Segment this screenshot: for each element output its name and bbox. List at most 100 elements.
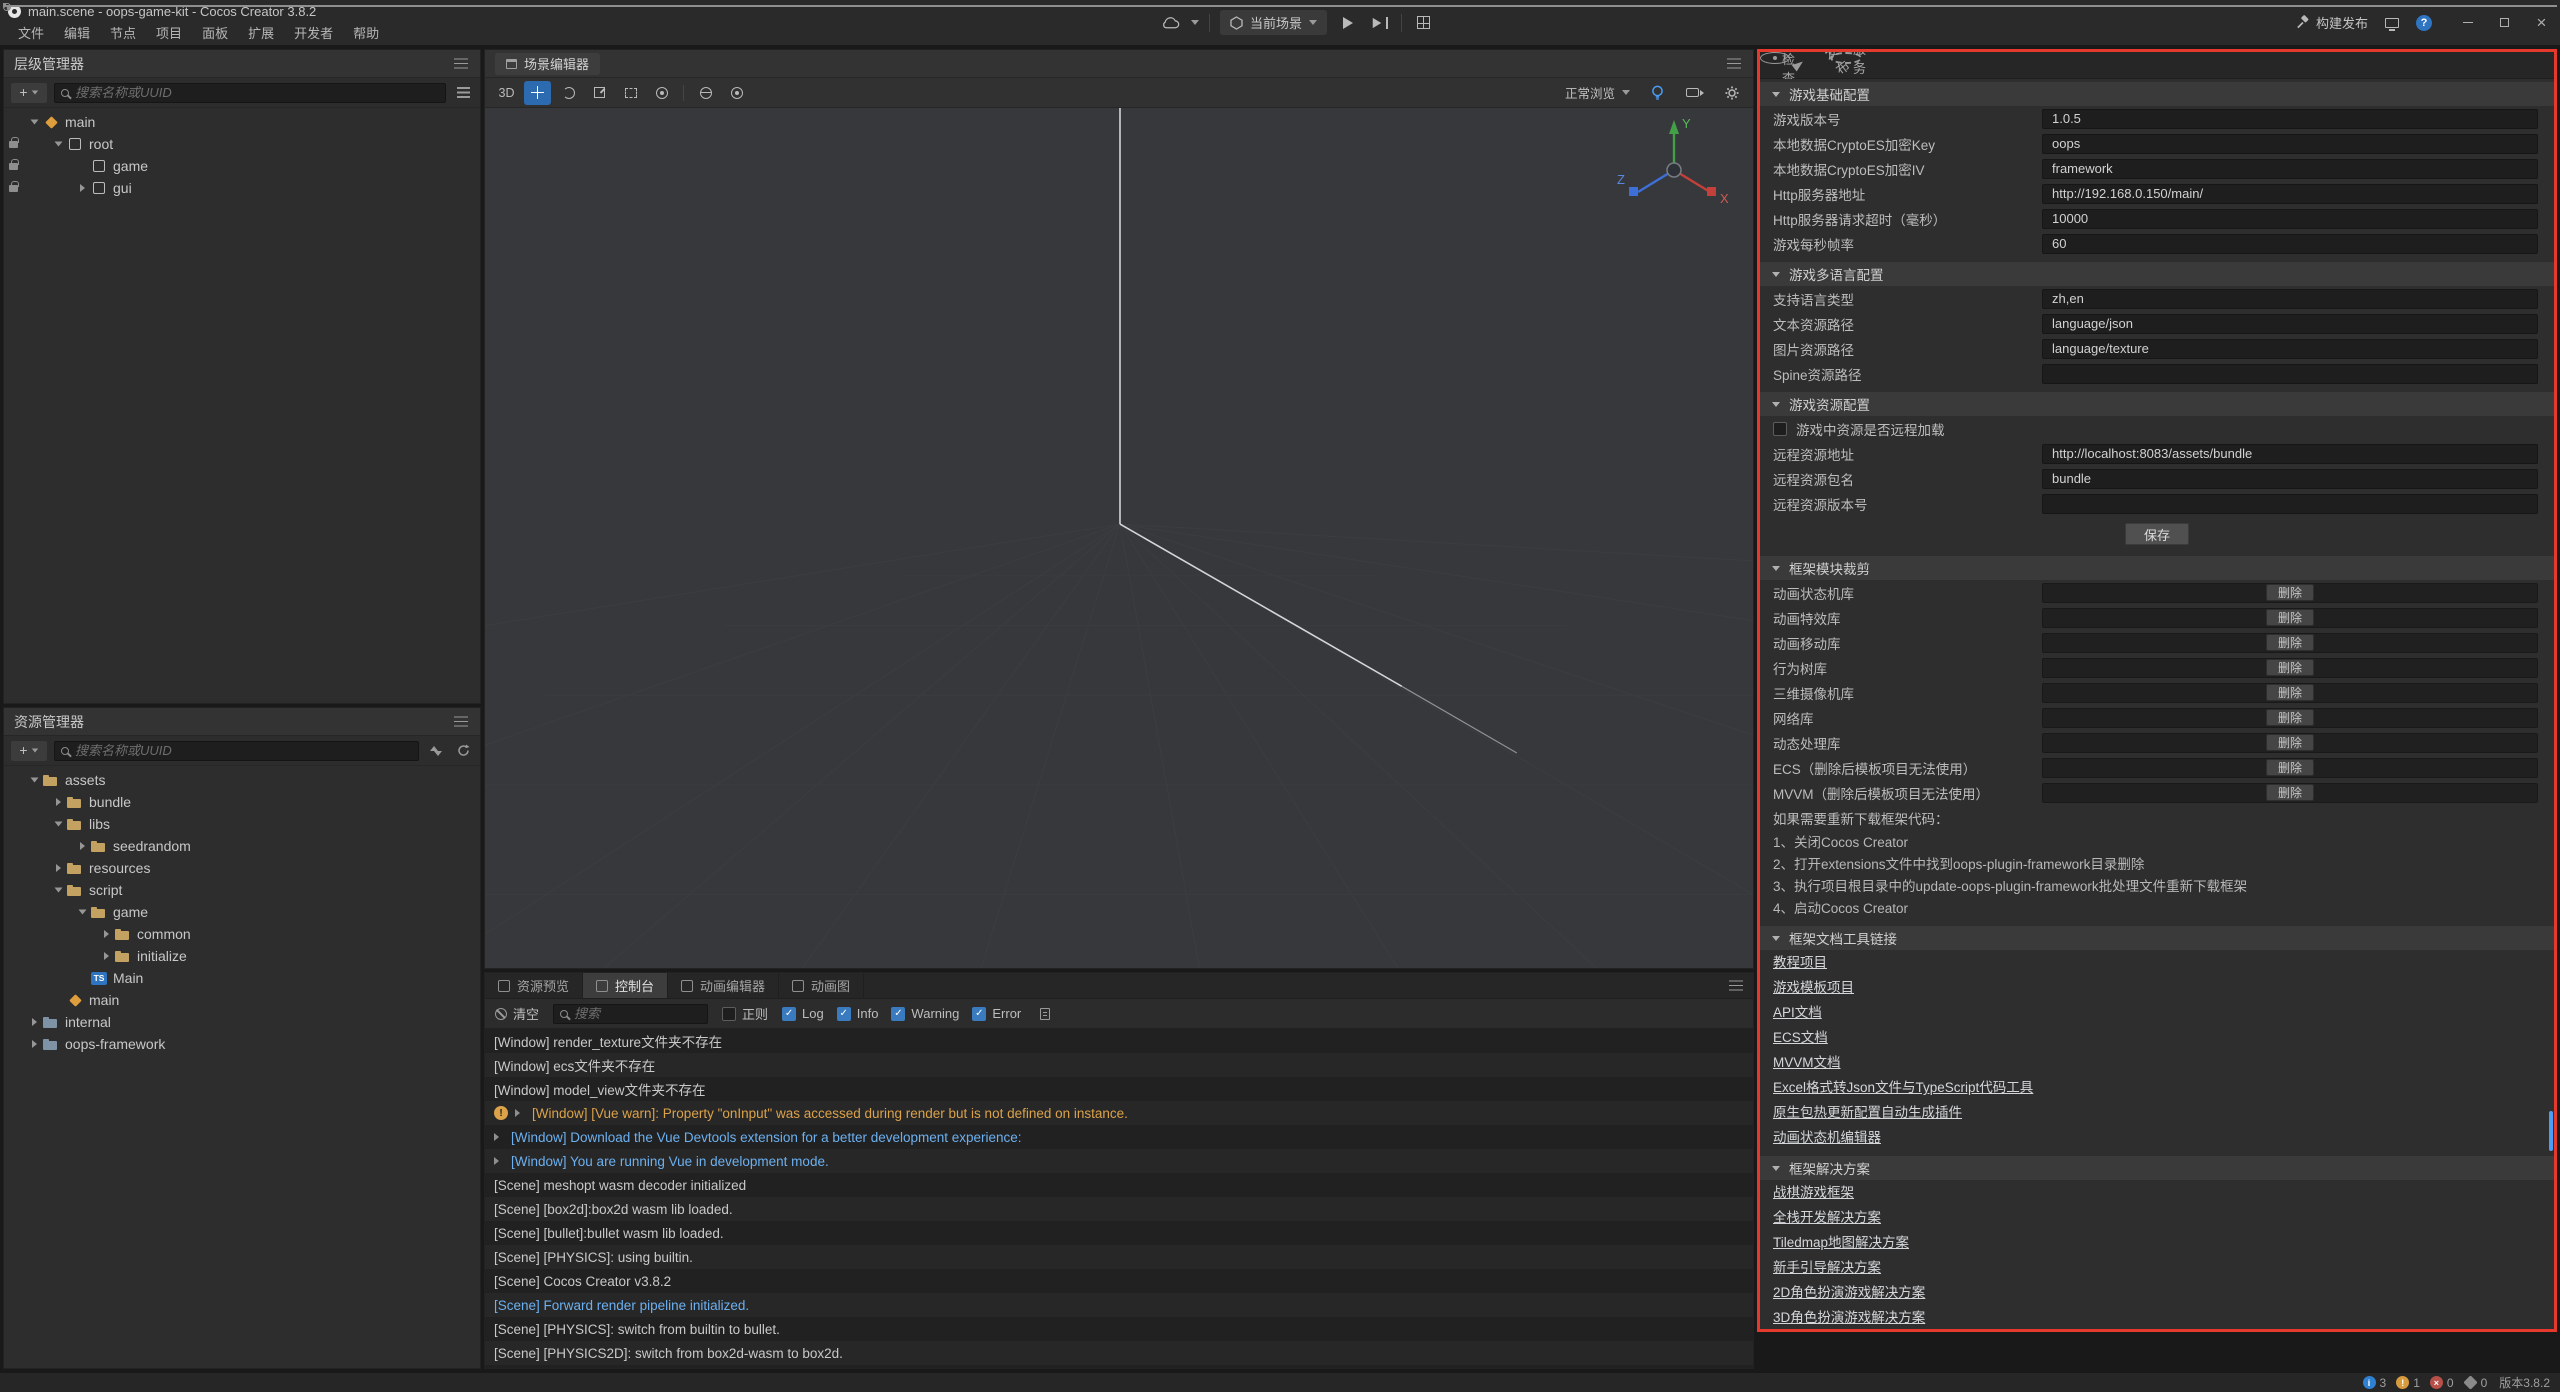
scene-dropdown[interactable]: 当前场景 <box>1220 10 1327 35</box>
asset-node[interactable]: common <box>4 923 480 945</box>
scene-settings-button[interactable] <box>1718 81 1745 105</box>
expand-arrow-icon[interactable] <box>50 886 66 894</box>
menu-item[interactable]: 编辑 <box>54 23 100 42</box>
export-log-icon[interactable] <box>1035 1004 1055 1024</box>
asset-node[interactable]: oops-framework <box>4 1033 480 1055</box>
device-preview-icon[interactable] <box>2381 11 2403 35</box>
doc-link[interactable]: 游戏模板项目 <box>1760 975 1854 1000</box>
solution-link[interactable]: 新手引导解决方案 <box>1760 1255 1881 1280</box>
filter-icon[interactable] <box>453 83 473 103</box>
hierarchy-node[interactable]: gui <box>4 177 480 199</box>
expand-arrow-icon[interactable] <box>26 776 42 784</box>
pivot-toggle-button[interactable] <box>692 81 719 105</box>
status-count[interactable]: 0 <box>2464 1376 2488 1390</box>
property-input[interactable] <box>2042 444 2538 464</box>
section-resources-header[interactable]: 游戏资源配置 <box>1760 392 2554 416</box>
expand-arrow-icon[interactable] <box>74 184 90 192</box>
property-input[interactable] <box>2042 469 2538 489</box>
asset-node[interactable]: bundle <box>4 791 480 813</box>
expand-arrow-icon[interactable] <box>50 864 66 872</box>
menu-item[interactable]: 节点 <box>100 23 146 42</box>
status-count[interactable]: 1 <box>2396 1376 2420 1390</box>
solution-link[interactable]: 战棋游戏框架 <box>1760 1180 1854 1205</box>
delete-module-button[interactable]: 删除 <box>2266 759 2314 776</box>
asset-node[interactable]: libs <box>4 813 480 835</box>
scale-tool-button[interactable] <box>586 81 613 105</box>
layout-grid-icon[interactable] <box>1412 11 1434 35</box>
console-tab[interactable]: 动画编辑器 <box>668 973 779 998</box>
lock-icon[interactable] <box>9 141 18 148</box>
solution-link[interactable]: 全栈开发解决方案 <box>1760 1205 1881 1230</box>
help-button[interactable] <box>2416 15 2432 31</box>
hierarchy-node[interactable]: game <box>4 155 480 177</box>
console-tab[interactable]: 动画图 <box>779 973 864 998</box>
section-solutions-header[interactable]: 框架解决方案 <box>1760 1156 2554 1180</box>
scene-viewport[interactable]: Y X Z <box>485 108 1753 968</box>
delete-module-button[interactable]: 删除 <box>2266 784 2314 801</box>
doc-link[interactable]: API文档 <box>1760 1000 1822 1025</box>
collab-cloud-icon[interactable] <box>1159 11 1181 35</box>
remote-load-checkbox[interactable] <box>1773 422 1787 436</box>
expand-arrow-icon[interactable] <box>50 820 66 828</box>
scene-editor-tab[interactable]: 场景编辑器 <box>495 53 600 75</box>
refresh-icon[interactable] <box>453 741 473 761</box>
log-row[interactable]: [Scene] [PHYSICS]: using builtin. <box>485 1245 1753 1269</box>
create-node-button[interactable] <box>11 83 47 103</box>
section-i18n-header[interactable]: 游戏多语言配置 <box>1760 262 2554 286</box>
panel-menu-icon[interactable] <box>1725 57 1743 71</box>
expand-arrow-icon[interactable] <box>26 1018 42 1026</box>
axis-gizmo[interactable]: Y X Z <box>1609 110 1739 228</box>
property-input[interactable] <box>2042 314 2538 334</box>
hierarchy-node[interactable]: main <box>4 111 480 133</box>
delete-module-button[interactable]: 删除 <box>2266 584 2314 601</box>
expand-arrow-icon[interactable] <box>515 1109 525 1117</box>
property-input[interactable] <box>2042 289 2538 309</box>
asset-node[interactable]: resources <box>4 857 480 879</box>
status-count[interactable]: 3 <box>2363 1376 2387 1390</box>
console-tab[interactable]: 控制台 <box>583 973 668 998</box>
delete-module-button[interactable]: 删除 <box>2266 734 2314 751</box>
log-row[interactable]: [Scene] Cocos Creator v3.8.2 <box>485 1269 1753 1293</box>
doc-link[interactable]: 原生包热更新配置自动生成插件 <box>1760 1100 1962 1125</box>
property-input[interactable] <box>2042 109 2538 129</box>
scrollbar-thumb[interactable] <box>2549 1111 2553 1151</box>
inspector-tab[interactable]: 属性检查器 <box>1760 52 1790 64</box>
expand-arrow-icon[interactable] <box>98 930 114 938</box>
expand-arrow-icon[interactable] <box>74 908 90 916</box>
menu-item[interactable]: 开发者 <box>284 23 343 42</box>
menu-item[interactable]: 面板 <box>192 23 238 42</box>
panel-menu-icon[interactable] <box>1727 979 1745 993</box>
delete-module-button[interactable]: 删除 <box>2266 659 2314 676</box>
move-tool-button[interactable] <box>524 81 551 105</box>
log-filter-checkbox[interactable]: Log <box>782 1006 824 1021</box>
property-input[interactable] <box>2042 134 2538 154</box>
property-input[interactable] <box>2042 159 2538 179</box>
property-input[interactable] <box>2042 184 2538 204</box>
delete-module-button[interactable]: 删除 <box>2266 684 2314 701</box>
panel-menu-icon[interactable] <box>452 57 470 71</box>
doc-link[interactable]: ECS文档 <box>1760 1025 1828 1050</box>
chevron-down-icon[interactable] <box>1191 20 1199 25</box>
log-filter-checkbox[interactable]: Warning <box>891 1006 959 1021</box>
delete-module-button[interactable]: 删除 <box>2266 609 2314 626</box>
close-button[interactable] <box>2523 0 2560 46</box>
property-input[interactable] <box>2042 209 2538 229</box>
expand-arrow-icon[interactable] <box>50 140 66 148</box>
log-row[interactable]: [Window] [Vue warn]: Property "onInput" … <box>485 1101 1753 1125</box>
hierarchy-node[interactable]: root <box>4 133 480 155</box>
status-count[interactable]: 0 <box>2430 1376 2454 1390</box>
play-button[interactable] <box>1337 11 1359 35</box>
console-search-input[interactable] <box>574 1006 701 1021</box>
regex-toggle[interactable]: 正则 <box>722 1004 768 1023</box>
doc-link[interactable]: 教程项目 <box>1760 950 1827 975</box>
camera-preview-button[interactable] <box>1681 81 1708 105</box>
menu-item[interactable]: 扩展 <box>238 23 284 42</box>
rotate-tool-button[interactable] <box>555 81 582 105</box>
log-row[interactable]: [Scene] Forward render pipeline initiali… <box>485 1293 1753 1317</box>
anchor-tool-button[interactable] <box>648 81 675 105</box>
expand-arrow-icon[interactable] <box>74 842 90 850</box>
log-row[interactable]: [Scene] [PHYSICS]: switch from builtin t… <box>485 1317 1753 1341</box>
hierarchy-search-input[interactable] <box>75 85 439 100</box>
property-input[interactable] <box>2042 234 2538 254</box>
property-input[interactable] <box>2042 339 2538 359</box>
